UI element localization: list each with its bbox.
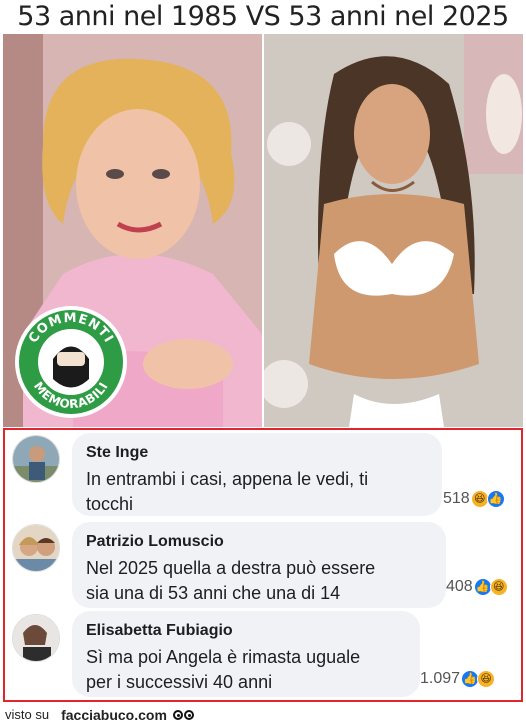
comment-text-line: Sì ma poi Angela è rimasta uguale: [86, 647, 361, 667]
reaction-count: 1.097: [420, 670, 461, 687]
photo-2025: [264, 34, 523, 427]
comment-bubble: Patrizio Lomuscio Nel 2025 quella a dest…: [72, 522, 446, 608]
haha-reaction-icon: 😆: [477, 670, 496, 688]
footer-site-link[interactable]: facciabuco.com: [61, 707, 167, 723]
commenti-memorabili-badge: COMMENTI MEMORABILI: [13, 304, 129, 420]
meme-title: 53 anni nel 1985 VS 53 anni nel 2025: [17, 1, 509, 32]
comment-text-line: tocchi: [86, 494, 134, 514]
avatar[interactable]: [12, 435, 60, 483]
comment-text: Nel 2025 quella a destra può essere sia …: [86, 556, 432, 606]
comment-text: In entrambi i casi, appena le vedi, ti t…: [86, 467, 428, 517]
reaction-count: 408: [446, 578, 473, 595]
reaction-summary[interactable]: 518 😆 👍: [443, 490, 505, 508]
comment-text: Sì ma poi Angela è rimasta uguale per i …: [86, 645, 406, 695]
woman-2025-illustration: [264, 34, 523, 427]
comment-author[interactable]: Elisabetta Fubiagio: [86, 621, 406, 641]
reaction-count: 518: [443, 490, 470, 507]
comment-text-line: In entrambi i casi, appena le vedi, ti: [86, 469, 369, 489]
avatar[interactable]: [12, 524, 60, 572]
like-reaction-icon: 👍: [486, 490, 505, 508]
haha-reaction-icon: 😆: [489, 578, 508, 596]
comment-bubble: Elisabetta Fubiagio Sì ma poi Angela è r…: [72, 611, 420, 697]
comment-text-line: per i successivi 40 anni: [86, 672, 273, 692]
eyes-logo-icon: [172, 709, 195, 720]
comment-bubble: Ste Inge In entrambi i casi, appena le v…: [72, 433, 442, 516]
comment-text-line: Nel 2025 quella a destra può essere: [86, 558, 376, 578]
comments-frame: Ste Inge In entrambi i casi, appena le v…: [3, 428, 523, 702]
comment-author[interactable]: Patrizio Lomuscio: [86, 532, 432, 552]
reaction-summary[interactable]: 1.097 👍 😆: [420, 670, 496, 688]
photo-1985: COMMENTI MEMORABILI: [3, 34, 262, 427]
reaction-summary[interactable]: 408 👍 😆: [446, 578, 508, 596]
site-footer: visto su facciabuco.com: [0, 702, 526, 727]
avatar[interactable]: [12, 614, 60, 662]
comment-text-line: sia una di 53 anni che una di 14: [86, 583, 341, 603]
footer-prefix: visto su: [5, 707, 50, 722]
photo-comparison: COMMENTI MEMORABILI: [3, 34, 523, 427]
comment-author[interactable]: Ste Inge: [86, 443, 428, 463]
